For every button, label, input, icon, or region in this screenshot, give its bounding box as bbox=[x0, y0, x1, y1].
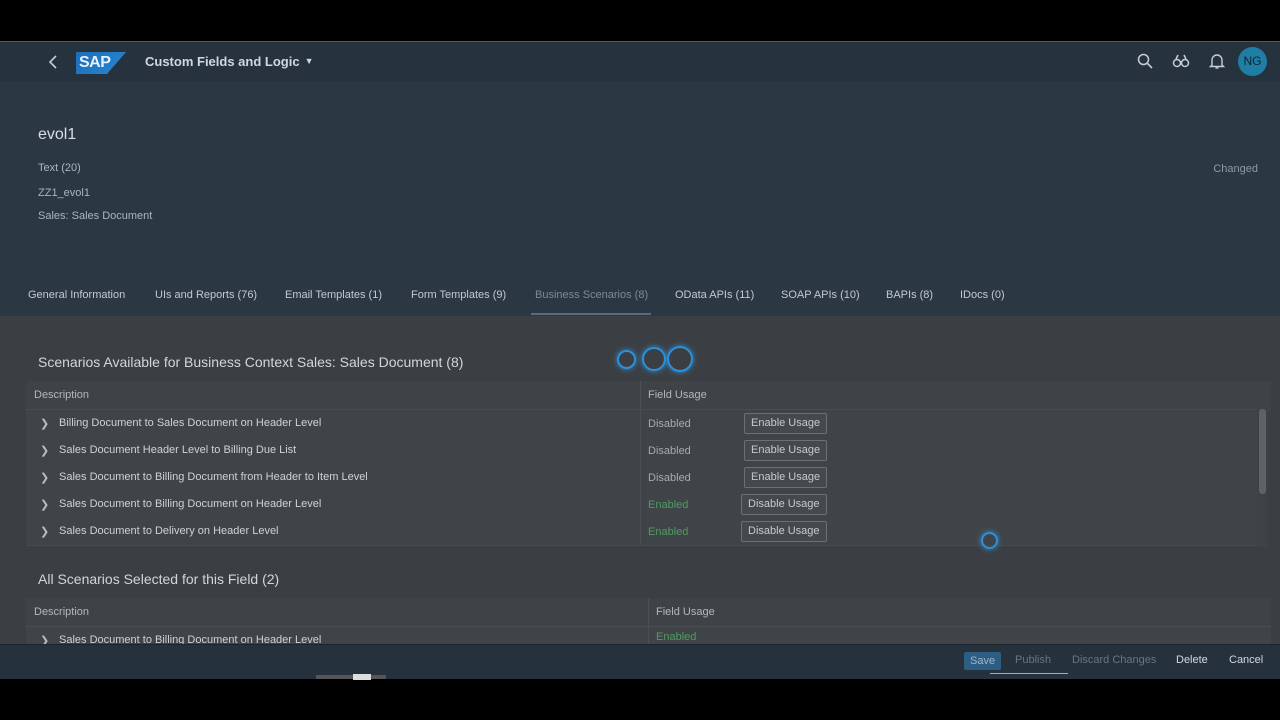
tab-idocs[interactable]: IDocs (0) bbox=[960, 289, 1005, 301]
avatar-initials: NG bbox=[1243, 54, 1262, 68]
busy-indicator-dot-icon bbox=[642, 347, 666, 371]
binoculars-icon[interactable] bbox=[1172, 52, 1192, 72]
column-divider bbox=[640, 381, 641, 409]
disable-usage-button[interactable]: Disable Usage bbox=[741, 521, 827, 542]
chevron-right-icon[interactable]: ❯ bbox=[40, 471, 49, 484]
back-icon[interactable] bbox=[46, 54, 62, 70]
tab-bapis[interactable]: BAPIs (8) bbox=[886, 289, 933, 301]
usage-status: Enabled bbox=[648, 499, 689, 511]
app-frame: SAP Custom Fields and Logic ▼ NG evol1 Te… bbox=[0, 41, 1280, 679]
column-divider bbox=[640, 491, 641, 518]
table-header: Description Field Usage bbox=[26, 381, 1271, 410]
caret-down-icon: ▼ bbox=[304, 56, 314, 66]
scenario-description: Sales Document Header Level to Billing D… bbox=[59, 444, 297, 456]
selected-scenarios-table: Description Field Usage ❯ Sales Document… bbox=[26, 598, 1271, 655]
tab-odata-apis[interactable]: OData APIs (11) bbox=[675, 289, 754, 301]
available-scenarios-title: Scenarios Available for Business Context… bbox=[38, 354, 464, 370]
tab-business-scenarios[interactable]: Business Scenarios (8) bbox=[535, 289, 648, 301]
table-row[interactable]: ❯ Billing Document to Sales Document on … bbox=[26, 410, 1257, 438]
cancel-button[interactable]: Cancel bbox=[1229, 654, 1263, 666]
column-header-field-usage: Field Usage bbox=[656, 606, 715, 618]
selected-tab-indicator bbox=[531, 313, 651, 315]
app-title: Custom Fields and Logic bbox=[145, 54, 300, 69]
chevron-right-icon[interactable]: ❯ bbox=[40, 417, 49, 430]
column-divider bbox=[640, 464, 641, 491]
column-header-description: Description bbox=[34, 606, 90, 618]
table-row[interactable]: ❯ Sales Document Header Level to Billing… bbox=[26, 437, 1257, 465]
tab-form-templates[interactable]: Form Templates (9) bbox=[411, 289, 506, 301]
usage-status: Enabled bbox=[648, 526, 689, 538]
usage-status: Disabled bbox=[648, 472, 691, 484]
object-title: evol1 bbox=[38, 126, 77, 143]
logo-text: SAP bbox=[79, 54, 111, 71]
field-type: Text (20) bbox=[38, 162, 81, 174]
video-progress-track bbox=[316, 675, 386, 679]
usage-status: Enabled bbox=[656, 631, 697, 643]
disable-usage-button[interactable]: Disable Usage bbox=[741, 494, 827, 515]
avatar[interactable]: NG bbox=[1238, 47, 1267, 76]
status-badge: Changed bbox=[1213, 163, 1258, 175]
tab-bar: General Information UIs and Reports (76)… bbox=[0, 275, 1280, 317]
footer-toolbar: Save Publish Discard Changes Delete Canc… bbox=[0, 644, 1280, 679]
enable-usage-button[interactable]: Enable Usage bbox=[744, 413, 828, 434]
tab-email-templates[interactable]: Email Templates (1) bbox=[285, 289, 382, 301]
scenario-description: Sales Document to Delivery on Header Lev… bbox=[59, 525, 279, 537]
selected-scenarios-title: All Scenarios Selected for this Field (2… bbox=[38, 571, 280, 587]
tab-uis-and-reports[interactable]: UIs and Reports (76) bbox=[155, 289, 257, 301]
enable-usage-button[interactable]: Enable Usage bbox=[744, 467, 828, 488]
enable-usage-button[interactable]: Enable Usage bbox=[744, 440, 828, 461]
discard-changes-button[interactable]: Discard Changes bbox=[1072, 654, 1156, 666]
video-progress-thumb bbox=[353, 674, 371, 680]
content-area: Scenarios Available for Business Context… bbox=[0, 316, 1280, 655]
search-icon[interactable] bbox=[1136, 52, 1156, 72]
available-scenarios-table: Description Field Usage ❯ Billing Docume… bbox=[26, 381, 1271, 547]
table-row[interactable]: ❯ Sales Document to Billing Document on … bbox=[26, 491, 1257, 519]
table-scrollbar[interactable] bbox=[1257, 409, 1268, 547]
column-divider bbox=[640, 437, 641, 464]
usage-status: Disabled bbox=[648, 418, 691, 430]
column-header-description: Description bbox=[34, 389, 90, 401]
table-header: Description Field Usage bbox=[26, 598, 1271, 627]
table-row[interactable]: ❯ Sales Document to Delivery on Header L… bbox=[26, 518, 1257, 546]
column-divider bbox=[648, 598, 649, 626]
scrollbar-thumb[interactable] bbox=[1259, 409, 1266, 494]
busy-indicator-dot-icon bbox=[667, 346, 693, 372]
field-identifier: ZZ1_evol1 bbox=[38, 187, 90, 199]
busy-indicator-dot-icon bbox=[617, 350, 636, 369]
scenario-description: Sales Document to Billing Document from … bbox=[59, 471, 368, 483]
tab-general-information[interactable]: General Information bbox=[28, 289, 125, 301]
chevron-right-icon[interactable]: ❯ bbox=[40, 498, 49, 511]
app-title-menu[interactable]: Custom Fields and Logic ▼ bbox=[145, 54, 314, 69]
footer-separator bbox=[990, 673, 1068, 674]
column-divider bbox=[640, 410, 641, 437]
business-context: Sales: Sales Document bbox=[38, 210, 153, 222]
shell-bar: SAP Custom Fields and Logic ▼ NG bbox=[0, 41, 1280, 82]
column-divider bbox=[640, 518, 641, 545]
loading-spinner-icon bbox=[981, 532, 998, 549]
table-row[interactable]: ❯ Sales Document to Billing Document fro… bbox=[26, 464, 1257, 492]
tab-soap-apis[interactable]: SOAP APIs (10) bbox=[781, 289, 860, 301]
sap-logo[interactable]: SAP bbox=[76, 52, 126, 74]
scenario-description: Sales Document to Billing Document on He… bbox=[59, 498, 322, 510]
usage-status: Disabled bbox=[648, 445, 691, 457]
delete-button[interactable]: Delete bbox=[1176, 654, 1208, 666]
bell-icon[interactable] bbox=[1208, 52, 1228, 72]
publish-button[interactable]: Publish bbox=[1015, 654, 1051, 666]
column-header-field-usage: Field Usage bbox=[648, 389, 707, 401]
chevron-right-icon[interactable]: ❯ bbox=[40, 525, 49, 538]
chevron-right-icon[interactable]: ❯ bbox=[40, 444, 49, 457]
save-button[interactable]: Save bbox=[964, 652, 1002, 670]
scenario-description: Billing Document to Sales Document on He… bbox=[59, 417, 322, 429]
